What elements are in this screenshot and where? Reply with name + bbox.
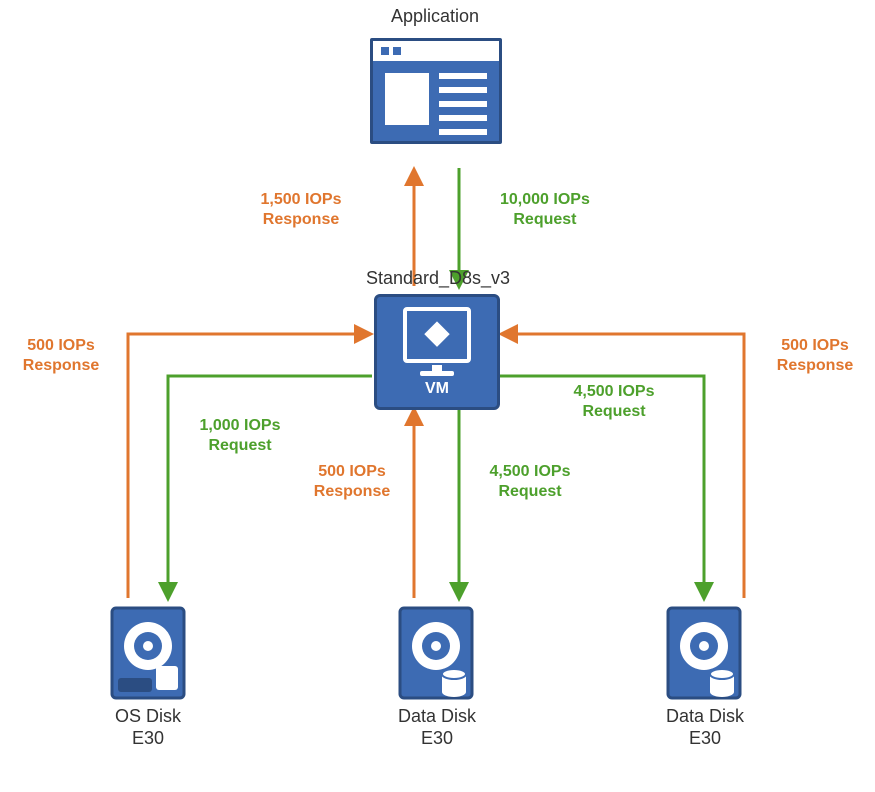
label-vm-to-app-l2: Response (263, 211, 339, 228)
label-app-to-vm: 10,000 IOPs Request (500, 190, 590, 230)
data-disk-2-tier: E30 (689, 728, 721, 748)
os-disk-icon (108, 604, 188, 702)
label-os-to-vm: 500 IOPs Response (6, 336, 116, 376)
monitor-icon (403, 307, 471, 363)
label-d2-to-vm: 500 IOPs Response (760, 336, 870, 376)
os-disk-name: OS Disk (115, 706, 181, 726)
app-content-thumb-icon (385, 73, 429, 125)
data-disk-2-label: Data Disk E30 (650, 706, 760, 749)
label-d1-to-vm-l2: Response (314, 483, 390, 500)
label-vm-to-os: 1,000 IOPs Request (180, 416, 300, 456)
data-disk-1-tier: E30 (421, 728, 453, 748)
label-d1-to-vm: 500 IOPs Response (292, 462, 412, 502)
label-d2-to-vm-l2: Response (777, 357, 853, 374)
label-vm-to-d1: 4,500 IOPs Request (470, 462, 590, 502)
vm-title: Standard_D8s_v3 (358, 268, 518, 289)
app-content-lines-icon (439, 73, 487, 135)
data-disk-1-name: Data Disk (398, 706, 476, 726)
label-vm-to-app-l1: 1,500 IOPs (261, 191, 342, 208)
label-vm-to-d1-l2: Request (498, 483, 561, 500)
label-d1-to-vm-l1: 500 IOPs (318, 463, 386, 480)
vm-caption: VM (425, 380, 449, 398)
label-vm-to-app: 1,500 IOPs Response (236, 190, 366, 230)
monitor-base-icon (420, 371, 454, 376)
label-d2-to-vm-l1: 500 IOPs (781, 337, 849, 354)
label-app-to-vm-l1: 10,000 IOPs (500, 191, 590, 208)
label-os-to-vm-l1: 500 IOPs (27, 337, 95, 354)
os-disk-label: OS Disk E30 (100, 706, 196, 749)
label-os-to-vm-l2: Response (23, 357, 99, 374)
label-vm-to-d2-l2: Request (582, 403, 645, 420)
data-disk-2-name: Data Disk (666, 706, 744, 726)
label-vm-to-d1-l1: 4,500 IOPs (490, 463, 571, 480)
application-block (370, 38, 502, 144)
label-vm-to-os-l2: Request (208, 437, 271, 454)
app-titlebar-icon (373, 41, 499, 61)
label-app-to-vm-l2: Request (513, 211, 576, 228)
os-disk-tier: E30 (132, 728, 164, 748)
label-vm-to-d2: 4,500 IOPs Request (554, 382, 674, 422)
label-vm-to-d2-l1: 4,500 IOPs (574, 383, 655, 400)
data-disk-1-icon (396, 604, 476, 702)
application-title: Application (370, 6, 500, 27)
data-disk-2-icon (664, 604, 744, 702)
data-disk-1-label: Data Disk E30 (382, 706, 492, 749)
label-vm-to-os-l1: 1,000 IOPs (200, 417, 281, 434)
vm-block: VM (374, 294, 500, 410)
